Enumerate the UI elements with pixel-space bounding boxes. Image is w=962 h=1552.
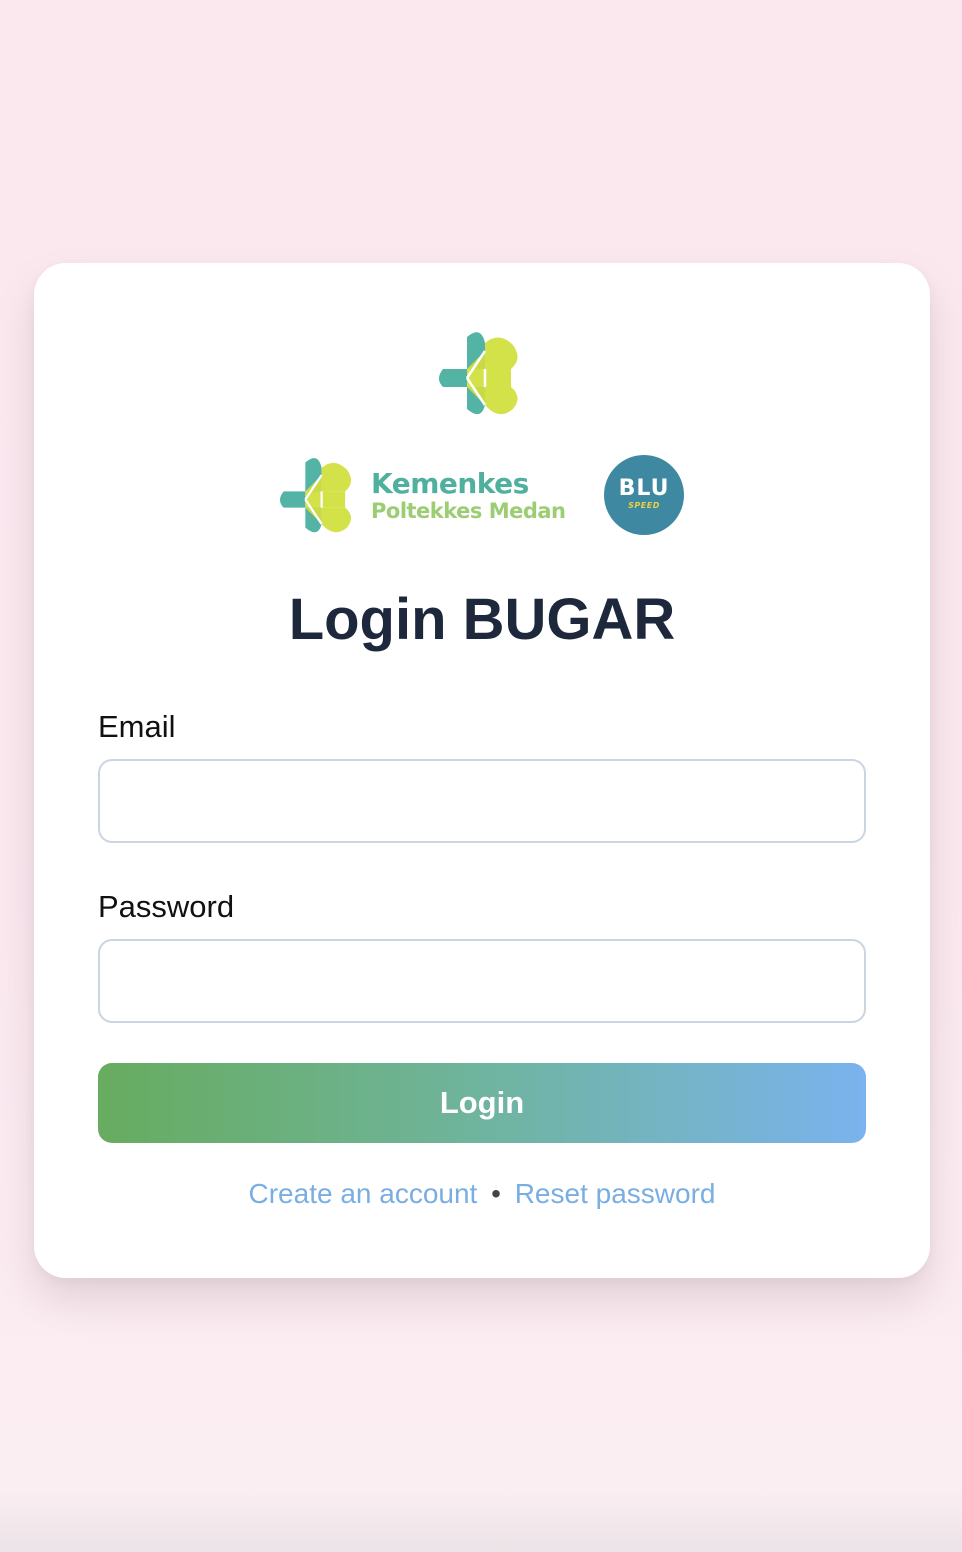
kemenkes-logo-icon [280,458,352,533]
password-label: Password [98,889,235,924]
reset-password-link[interactable]: Reset password [515,1178,716,1209]
email-label: Email [98,709,176,744]
login-button[interactable]: Login [98,1063,866,1143]
login-card: Kemenkes Poltekkes Medan BLU SPEED Login… [34,263,930,1278]
blu-speed-logo-icon: BLU SPEED [604,455,684,535]
kemenkes-emblem-icon [439,332,518,415]
page-title: Login BUGAR [288,587,676,652]
email-field[interactable] [98,759,866,843]
account-links: Create an account • Reset password [34,1177,930,1211]
blu-logo-subtext: SPEED [628,501,660,510]
create-account-link[interactable]: Create an account [249,1178,478,1209]
kemenkes-subtitle: Poltekkes Medan [371,499,566,523]
kemenkes-name: Kemenkes [371,467,529,500]
blu-logo-text: BLU [618,476,670,501]
link-separator: • [491,1178,501,1209]
password-field[interactable] [98,939,866,1023]
partner-logos: Kemenkes Poltekkes Medan BLU SPEED [280,453,690,537]
